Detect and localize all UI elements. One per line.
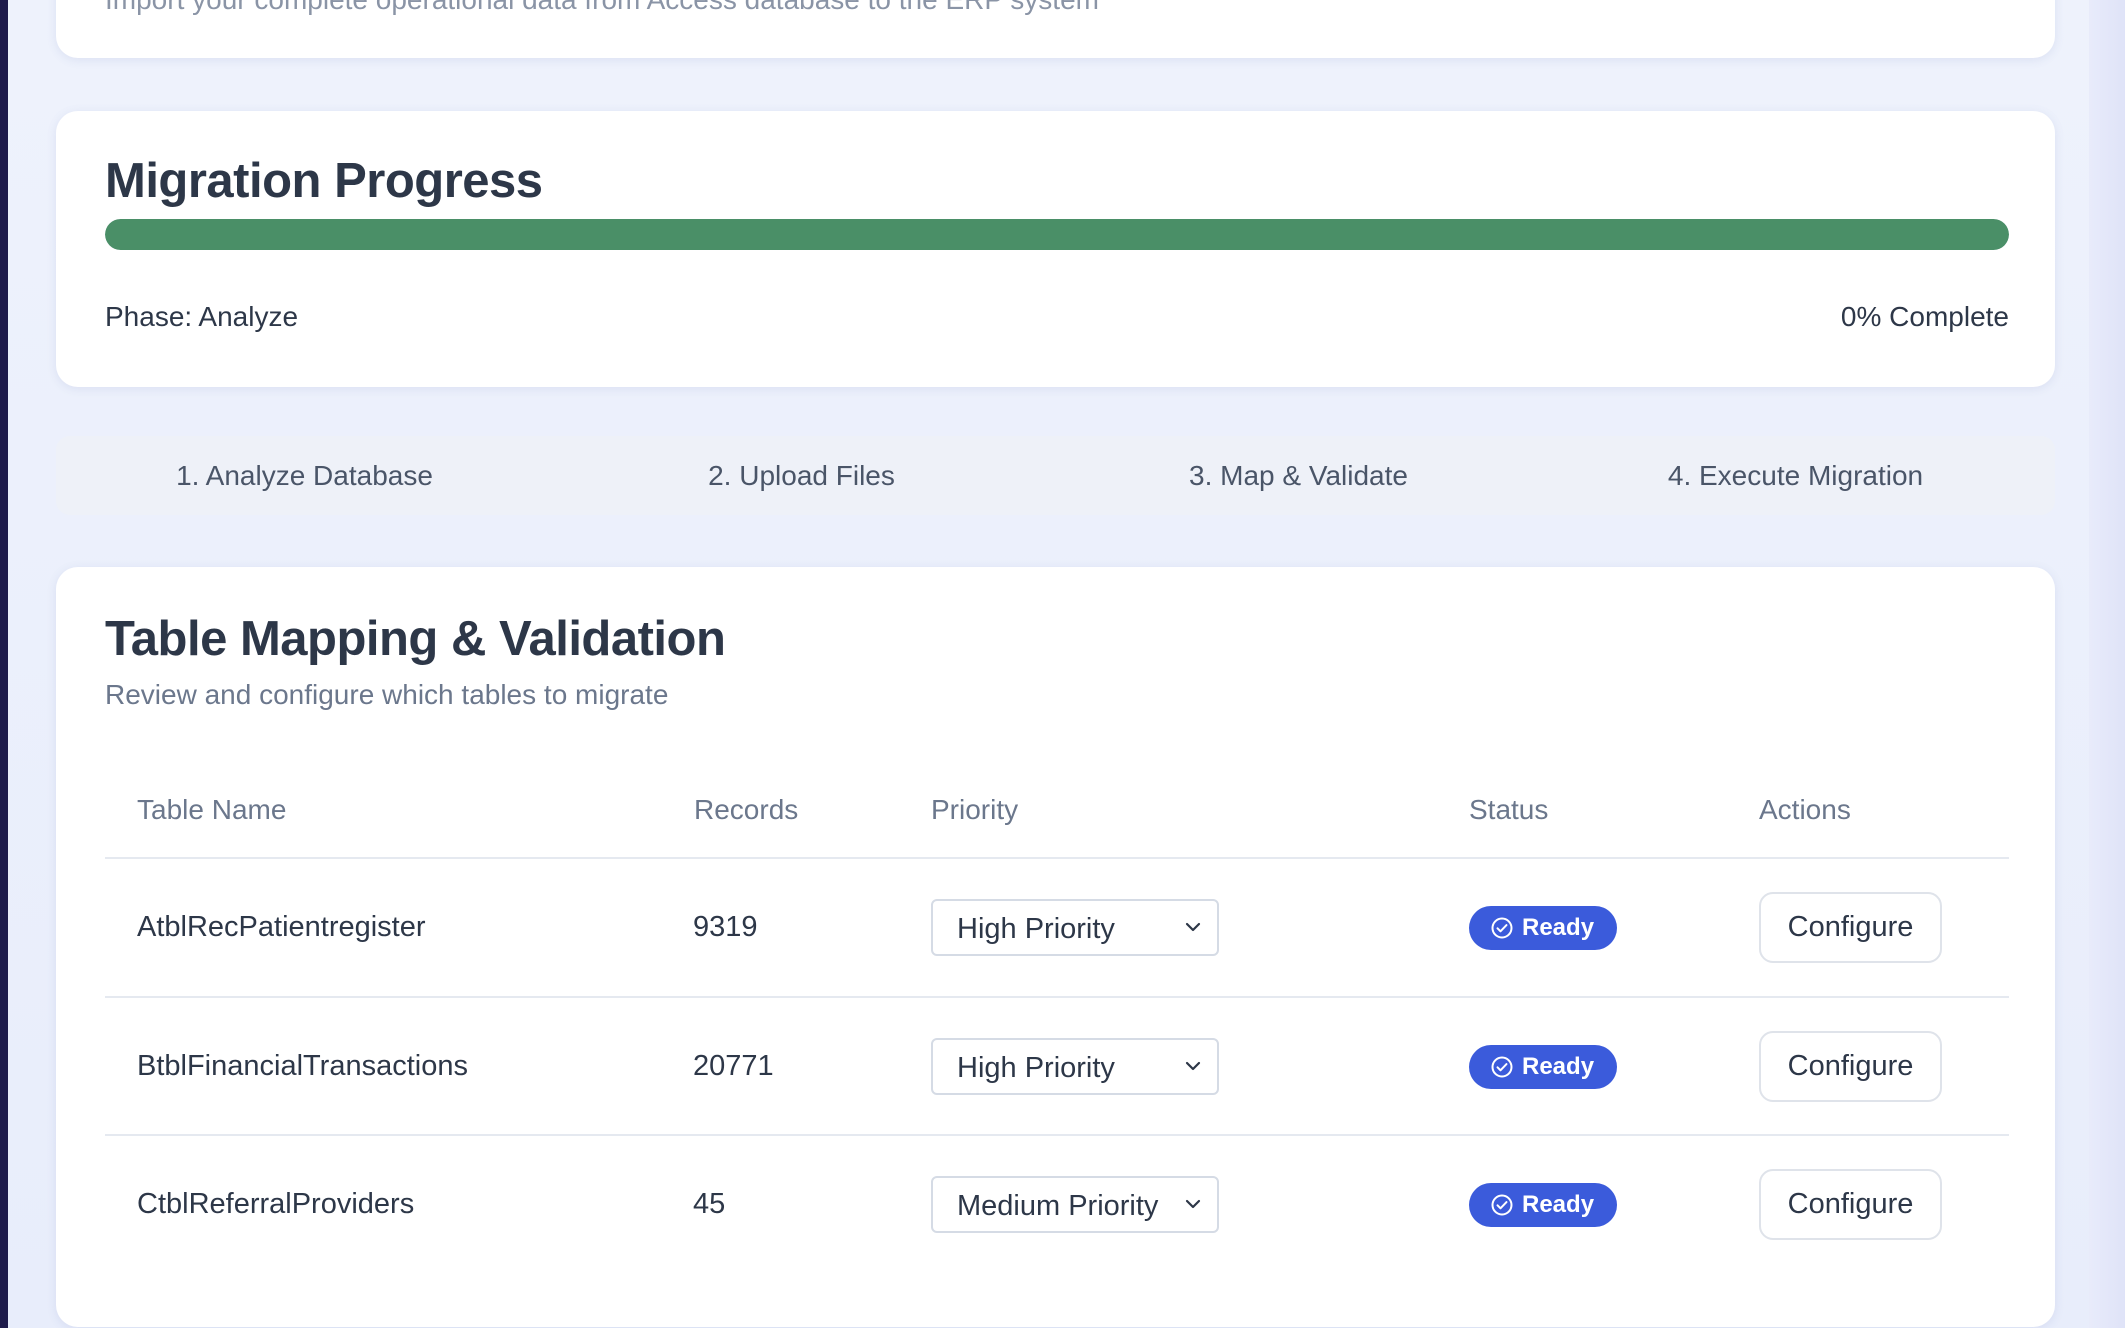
scroll-track[interactable] xyxy=(2089,0,2125,1328)
configure-button[interactable]: Configure xyxy=(1759,1031,1942,1102)
table-mapping-card: Table Mapping & Validation Review and co… xyxy=(56,567,2055,1327)
step-tabs: 1. Analyze Database 2. Upload Files 3. M… xyxy=(56,436,2055,515)
col-header-status: Status xyxy=(1469,794,1549,825)
tab-execute-migration[interactable]: 4. Execute Migration xyxy=(1547,436,2044,515)
col-header-priority: Priority xyxy=(931,794,1019,825)
table-name: BtblFinancialTransactions xyxy=(137,1050,468,1082)
priority-select[interactable]: Medium Priority xyxy=(931,1176,1219,1233)
record-count: 45 xyxy=(693,1188,726,1220)
col-header-records: Records xyxy=(694,794,799,825)
mapping-description: Review and configure which tables to mig… xyxy=(105,679,669,710)
col-header-table-name: Table Name xyxy=(137,794,287,825)
status-badge: Ready xyxy=(1469,1183,1617,1227)
configure-button[interactable]: Configure xyxy=(1759,1169,1942,1240)
tab-map-validate[interactable]: 3. Map & Validate xyxy=(1050,436,1547,515)
status-label: Ready xyxy=(1522,1053,1595,1080)
priority-value: High Priority xyxy=(957,1052,1115,1084)
priority-value: High Priority xyxy=(957,913,1115,945)
window-left-border xyxy=(0,0,8,1328)
priority-select[interactable]: High Priority xyxy=(931,1038,1219,1095)
priority-value: Medium Priority xyxy=(957,1190,1159,1222)
progress-fill xyxy=(105,219,2009,250)
progress-bar xyxy=(105,219,2009,250)
progress-title: Migration Progress xyxy=(105,154,543,208)
check-circle-icon xyxy=(1491,917,1513,939)
migration-progress-card: Migration Progress Phase: Analyze 0% Com… xyxy=(56,111,2055,387)
header-subtitle: Import your complete operational data fr… xyxy=(105,0,1099,16)
status-badge: Ready xyxy=(1469,906,1617,950)
record-count: 9319 xyxy=(693,911,758,943)
status-label: Ready xyxy=(1522,1191,1595,1218)
chevron-down-icon xyxy=(1185,1061,1201,1071)
record-count: 20771 xyxy=(693,1050,774,1082)
percent-complete: 0% Complete xyxy=(1840,301,2009,332)
table-row: CtblReferralProviders 45 Medium Priority… xyxy=(105,1136,2009,1274)
col-header-actions: Actions xyxy=(1759,794,1851,825)
status-label: Ready xyxy=(1522,914,1595,941)
tab-upload-files[interactable]: 2. Upload Files xyxy=(553,436,1050,515)
mapping-title: Table Mapping & Validation xyxy=(105,612,726,666)
table-row: AtblRecPatientregister 9319 High Priorit… xyxy=(105,859,2009,997)
priority-select[interactable]: High Priority xyxy=(931,899,1219,956)
header-card: Import your complete operational data fr… xyxy=(56,0,2055,58)
chevron-down-icon xyxy=(1185,922,1201,932)
configure-button[interactable]: Configure xyxy=(1759,892,1942,963)
phase-label: Phase: Analyze xyxy=(105,301,299,332)
check-circle-icon xyxy=(1491,1194,1513,1216)
table-name: CtblReferralProviders xyxy=(137,1188,415,1220)
tab-analyze-database[interactable]: 1. Analyze Database xyxy=(56,436,553,515)
chevron-down-icon xyxy=(1185,1199,1201,1209)
table-row: BtblFinancialTransactions 20771 High Pri… xyxy=(105,998,2009,1136)
check-circle-icon xyxy=(1491,1056,1513,1078)
status-badge: Ready xyxy=(1469,1045,1617,1089)
table-name: AtblRecPatientregister xyxy=(137,911,426,943)
